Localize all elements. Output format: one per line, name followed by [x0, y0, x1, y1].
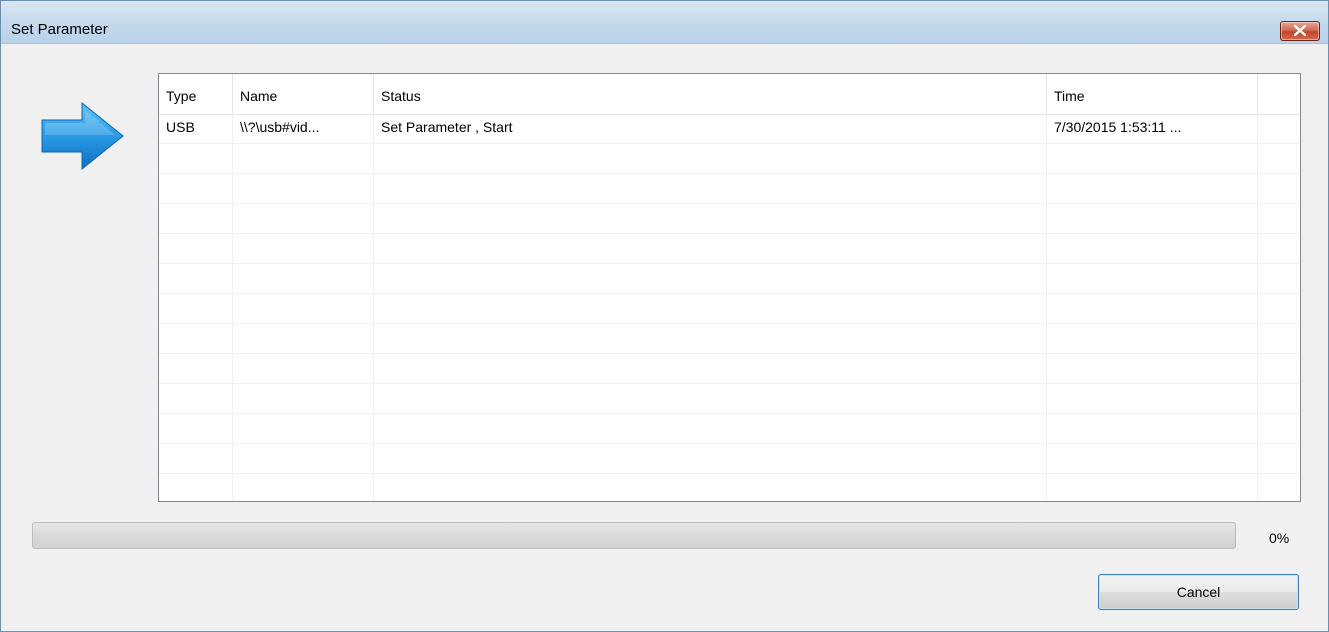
empty-row [159, 204, 1300, 234]
cell-name: \\?\usb#vid... [240, 119, 320, 135]
cell-time: 7/30/2015 1:53:11 ... [1054, 119, 1182, 135]
empty-row [159, 354, 1300, 384]
empty-row [159, 144, 1300, 174]
status-list[interactable]: Type Name Status Time USB \\?\usb#vid...… [158, 73, 1301, 502]
cell-status: Set Parameter , Start [381, 119, 513, 135]
set-parameter-dialog: Set Parameter Type Name Status Time USB … [0, 0, 1329, 632]
empty-row [159, 324, 1300, 354]
cell-type: USB [166, 119, 195, 135]
list-header: Type Name Status Time [159, 74, 1300, 115]
column-header-name[interactable]: Name [233, 74, 374, 114]
empty-row [159, 234, 1300, 264]
cancel-button[interactable]: Cancel [1098, 574, 1299, 610]
column-header-status[interactable]: Status [374, 74, 1047, 114]
window-title: Set Parameter [11, 21, 108, 38]
table-row[interactable]: USB \\?\usb#vid... Set Parameter , Start… [159, 114, 1300, 144]
title-bar[interactable]: Set Parameter [1, 1, 1328, 44]
progress-bar [32, 522, 1236, 549]
arrow-right-icon [41, 102, 124, 170]
close-icon [1294, 25, 1306, 36]
empty-row [159, 474, 1300, 501]
column-header-time[interactable]: Time [1047, 74, 1258, 114]
empty-row [159, 174, 1300, 204]
column-header-type[interactable]: Type [159, 74, 233, 114]
close-button[interactable] [1280, 21, 1320, 41]
empty-row [159, 444, 1300, 474]
empty-row [159, 264, 1300, 294]
empty-row [159, 294, 1300, 324]
progress-percent-label: 0% [1269, 530, 1290, 546]
empty-row [159, 384, 1300, 414]
empty-row [159, 414, 1300, 444]
